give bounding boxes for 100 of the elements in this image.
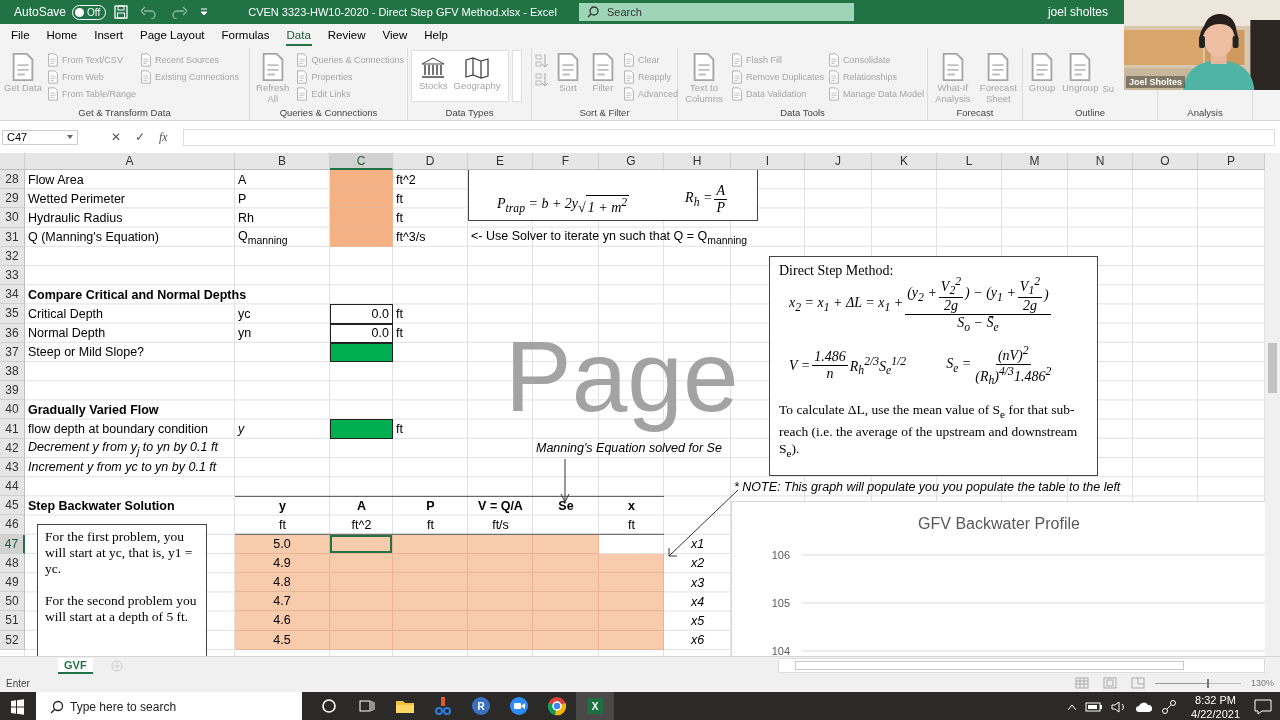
- notification-icon[interactable]: [1254, 699, 1272, 715]
- search-icon: [50, 700, 64, 714]
- row-header[interactable]: 28: [0, 170, 25, 190]
- select-all-corner[interactable]: [0, 153, 25, 170]
- document-icon: [826, 53, 841, 67]
- ribbon-tab[interactable]: Page Layout: [139, 26, 206, 46]
- row-header[interactable]: 30: [0, 208, 25, 228]
- row-header[interactable]: 45: [0, 496, 25, 516]
- column-header[interactable]: K: [872, 153, 937, 170]
- task-view-icon[interactable]: [358, 698, 376, 714]
- add-sheet-icon[interactable]: [110, 659, 123, 672]
- window-title: CVEN 3323-HW10-2020 - Direct Step GFV Method.xlsx - Excel: [248, 6, 557, 18]
- redo-icon[interactable]: [170, 5, 189, 19]
- row-header[interactable]: 40: [0, 400, 25, 420]
- ribbon-tab[interactable]: Formulas: [220, 26, 271, 46]
- ribbon-tab[interactable]: File: [10, 26, 31, 46]
- video-camera-icon[interactable]: [509, 696, 529, 716]
- column-header[interactable]: O: [1133, 153, 1198, 170]
- spreadsheet-app-icon[interactable]: [585, 696, 605, 716]
- cell-text: x6: [690, 633, 705, 648]
- battery-icon[interactable]: [1085, 701, 1104, 713]
- clock-time[interactable]: 8:32 PM: [1195, 693, 1236, 707]
- clock-date[interactable]: 4/22/2021: [1191, 707, 1240, 720]
- cloud-icon[interactable]: [1135, 701, 1154, 713]
- taskbar-search-field[interactable]: Type here to search: [36, 692, 302, 720]
- ribbon-tab[interactable]: View: [381, 26, 409, 46]
- bank-icon: [420, 56, 447, 80]
- formula-bar-button[interactable]: fx: [152, 129, 175, 145]
- cell-text: x5: [690, 613, 705, 628]
- ribbon-tab[interactable]: Help: [423, 26, 449, 46]
- table-cell[interactable]: 4.7: [235, 592, 330, 612]
- row-header[interactable]: 34: [0, 285, 25, 305]
- page-break-icon[interactable]: [1130, 677, 1145, 689]
- table-cell[interactable]: 0.0: [330, 304, 393, 324]
- zoom-level[interactable]: 130%: [1250, 678, 1274, 688]
- vertical-scrollbar[interactable]: [1265, 153, 1280, 656]
- column-header[interactable]: N: [1068, 153, 1133, 170]
- row-header[interactable]: 44: [0, 477, 25, 497]
- cell-text: Q (Manning's Equation): [28, 230, 159, 245]
- row-header[interactable]: 51: [0, 611, 25, 631]
- save-icon[interactable]: [114, 5, 129, 19]
- ribbon-tab[interactable]: Home: [45, 26, 79, 46]
- ribbon-tab[interactable]: Review: [326, 26, 367, 46]
- row-header[interactable]: 41: [0, 419, 25, 439]
- network-icon[interactable]: [1161, 699, 1178, 715]
- cell-text: ft^3/s: [396, 230, 426, 245]
- page-label: Page: [505, 319, 739, 434]
- table-cell[interactable]: 4.6: [235, 611, 330, 631]
- cell-text: y: [238, 422, 245, 437]
- taskbar-app[interactable]: R: [462, 692, 500, 720]
- cell-text: A: [357, 498, 366, 513]
- cell-text: Gradually Varied Flow: [28, 402, 159, 417]
- row-header[interactable]: 46: [0, 515, 25, 535]
- formula-input[interactable]: [182, 128, 1275, 146]
- table-cell[interactable]: 0.0: [330, 323, 393, 343]
- cell-text: ft: [628, 517, 635, 532]
- caret-icon[interactable]: [200, 8, 209, 16]
- browser-icon[interactable]: [547, 696, 567, 716]
- gallery-scrollbar[interactable]: [511, 50, 522, 102]
- ribbon-tab[interactable]: Data: [285, 26, 312, 46]
- search-icon: [586, 6, 599, 18]
- page-layout-icon[interactable]: [1102, 677, 1117, 689]
- cell-text: Normal Depth: [28, 326, 106, 341]
- formula-bar-button[interactable]: ✓: [128, 130, 152, 144]
- row-header[interactable]: 39: [0, 381, 25, 401]
- horizontal-scrollbar[interactable]: [778, 658, 1265, 673]
- formula-bar-button[interactable]: ✕: [104, 130, 128, 144]
- ribbon-tab[interactable]: Insert: [93, 26, 124, 46]
- row-header[interactable]: 35: [0, 304, 25, 324]
- cell-text: ft/s: [492, 517, 509, 532]
- taskbar-app[interactable]: X: [576, 692, 614, 720]
- table-cell[interactable]: [330, 419, 393, 439]
- cell-text: Hydraulic Radius: [28, 210, 123, 225]
- row-header[interactable]: 50: [0, 592, 25, 612]
- cell-text: ft: [427, 517, 434, 532]
- column-header[interactable]: C: [330, 153, 393, 170]
- user-name[interactable]: joel sholtes: [1047, 5, 1108, 19]
- document-icon: [46, 70, 61, 84]
- row-header[interactable]: 29: [0, 189, 25, 209]
- document-icon: [622, 70, 636, 84]
- r-app-icon[interactable]: [471, 696, 491, 716]
- chevron-up-icon[interactable]: [1067, 703, 1078, 711]
- folder-icon[interactable]: [395, 698, 415, 714]
- search-field[interactable]: Search: [578, 3, 854, 21]
- scissors-icon[interactable]: [434, 696, 452, 716]
- document-icon: [295, 70, 310, 84]
- sheet-tab[interactable]: GVF: [58, 657, 93, 674]
- normal-view-icon[interactable]: [1074, 677, 1089, 689]
- document-icon: [295, 87, 310, 101]
- undo-icon[interactable]: [140, 5, 159, 19]
- name-box[interactable]: C47: [2, 129, 78, 145]
- circle-icon[interactable]: [321, 698, 337, 714]
- document-icon: [138, 70, 153, 84]
- column-header[interactable]: J: [805, 153, 872, 170]
- equation: S$_{e}$ = (nV)$^{2}$ (R$_{h}$)$^{4/3}$1.486$^{2}$: [946, 344, 1053, 388]
- column-header[interactable]: D: [393, 153, 468, 170]
- column-header[interactable]: A: [25, 153, 235, 170]
- cell-text: * NOTE: This graph will populate you you populate the table to the left: [734, 479, 1121, 494]
- column-header[interactable]: M: [1002, 153, 1068, 170]
- column-header[interactable]: L: [937, 153, 1002, 170]
